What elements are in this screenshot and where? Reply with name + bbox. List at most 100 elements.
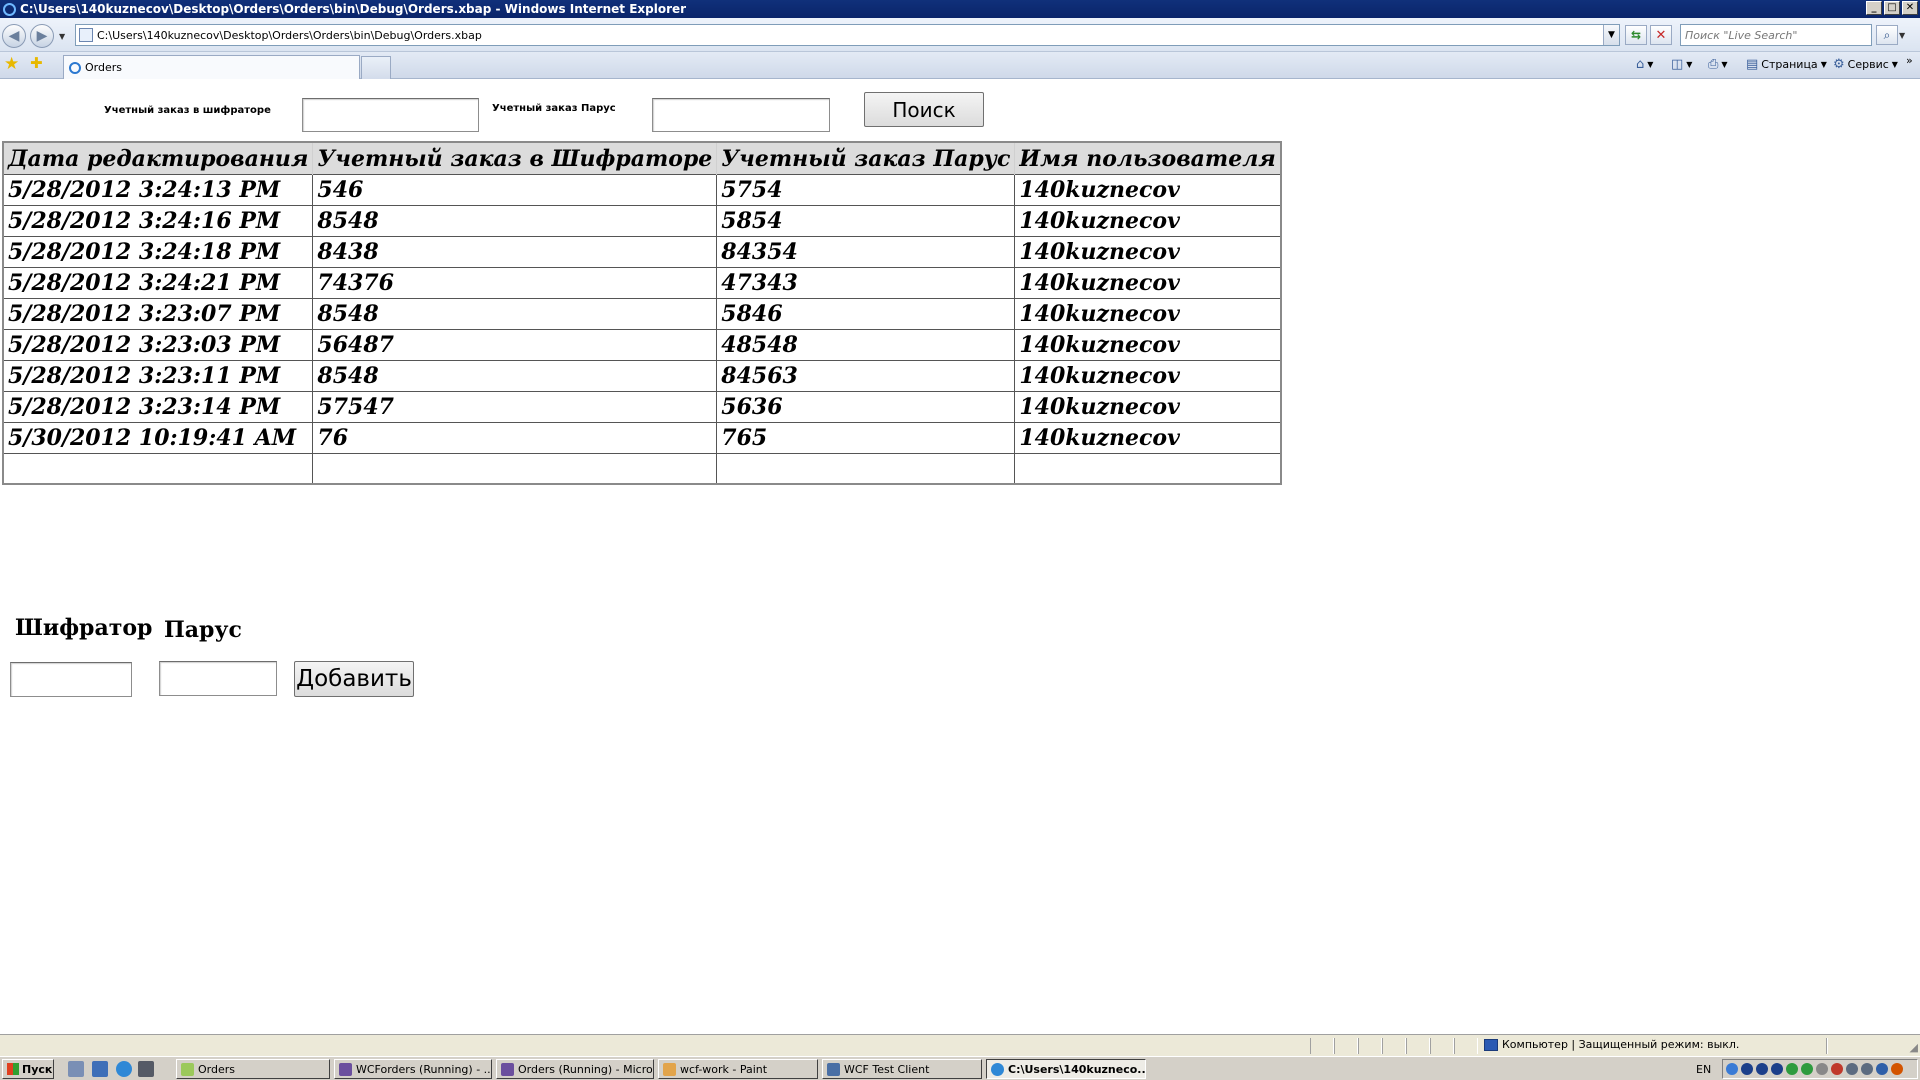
cell-edit-date[interactable]: 5/28/2012 3:24:21 PM	[2, 266, 314, 299]
tray-icon[interactable]	[1741, 1063, 1753, 1075]
cell-username[interactable]: 140kuznecov	[1014, 297, 1282, 330]
cell-edit-date[interactable]: 5/28/2012 3:23:11 PM	[2, 359, 314, 392]
security-zone[interactable]: Компьютер | Защищенный режим: выкл.	[1484, 1038, 1739, 1051]
cell-parus-order[interactable]: 84563	[716, 359, 1016, 392]
column-header-edit-date[interactable]: Дата редактирования	[2, 142, 313, 174]
search-input[interactable]: Поиск "Live Search"	[1680, 24, 1872, 46]
recent-pages-dropdown[interactable]: ▼	[59, 32, 65, 41]
cell-username[interactable]: 140kuznecov	[1014, 235, 1282, 268]
cell-username[interactable]: 140kuznecov	[1014, 328, 1282, 361]
add-shifrator-input[interactable]	[10, 662, 132, 697]
page-menu-button[interactable]: ▤ Страница ▼	[1746, 57, 1827, 72]
quicklaunch-ie-icon[interactable]	[116, 1061, 132, 1077]
table-row[interactable]: 5/28/2012 3:24:21 PM 74376 47343 140kuzn…	[2, 266, 1282, 299]
cell-username[interactable]: 140kuznecov	[1014, 204, 1282, 237]
column-header-username[interactable]: Имя пользователя	[1014, 142, 1281, 174]
tray-icon[interactable]	[1891, 1063, 1903, 1075]
taskbar-item-orders-vs[interactable]: Orders (Running) - Micro...	[496, 1059, 654, 1079]
search-button[interactable]: Поиск	[864, 92, 984, 127]
table-row[interactable]: 5/28/2012 3:24:18 PM 8438 84354 140kuzne…	[2, 235, 1282, 268]
column-header-parus-order[interactable]: Учетный заказ Парус	[716, 142, 1015, 174]
cell-shifrator-order[interactable]: 57547	[312, 390, 718, 423]
search-go-button[interactable]: ⌕	[1876, 25, 1898, 45]
cell-edit-date[interactable]	[2, 452, 314, 485]
feeds-button[interactable]: ◫ ▼	[1671, 57, 1692, 72]
print-button[interactable]: ⎙ ▼	[1708, 57, 1728, 72]
cell-shifrator-order[interactable]: 8548	[312, 359, 718, 392]
column-header-shifrator-order[interactable]: Учетный заказ в Шифраторе	[312, 142, 717, 174]
window-title-bar[interactable]: C:\Users\140kuznecov\Desktop\Orders\Orde…	[0, 0, 1920, 18]
forward-button[interactable]: ▶	[30, 24, 54, 48]
cell-username[interactable]: 140kuznecov	[1014, 266, 1282, 299]
taskbar-item-wcf-test-client[interactable]: WCF Test Client	[822, 1059, 982, 1079]
add-favorites-icon[interactable]: ✚	[30, 56, 43, 71]
table-row[interactable]: 5/28/2012 3:23:03 PM 56487 48548 140kuzn…	[2, 328, 1282, 361]
table-row[interactable]: 5/28/2012 3:24:13 PM 546 5754 140kuzneco…	[2, 173, 1282, 206]
cell-parus-order[interactable]: 5846	[716, 297, 1016, 330]
tray-icon[interactable]	[1756, 1063, 1768, 1075]
cell-shifrator-order[interactable]: 8548	[312, 297, 718, 330]
taskbar-item-wcforders[interactable]: WCForders (Running) - ...	[334, 1059, 492, 1079]
taskbar-item-orders[interactable]: Orders	[176, 1059, 330, 1079]
cell-shifrator-order[interactable]: 546	[312, 173, 718, 206]
language-indicator[interactable]: EN	[1696, 1063, 1711, 1076]
start-button[interactable]: Пуск	[2, 1059, 54, 1079]
cell-username[interactable]: 140kuznecov	[1014, 173, 1282, 206]
home-button[interactable]: ⌂ ▼	[1636, 57, 1653, 72]
cell-parus-order[interactable]: 47343	[716, 266, 1016, 299]
cell-parus-order[interactable]: 5854	[716, 204, 1016, 237]
add-button[interactable]: Добавить	[294, 661, 414, 697]
tray-icon[interactable]	[1861, 1063, 1873, 1075]
table-row[interactable]: 5/30/2012 10:19:41 AM 76 765 140kuznecov	[2, 421, 1282, 454]
tray-icon[interactable]	[1786, 1063, 1798, 1075]
tray-icon[interactable]	[1831, 1063, 1843, 1075]
cell-edit-date[interactable]: 5/28/2012 3:23:14 PM	[2, 390, 314, 423]
back-button[interactable]: ◀	[2, 24, 26, 48]
tray-icon[interactable]	[1771, 1063, 1783, 1075]
taskbar-item-ie[interactable]: C:\Users\140kuzneco...	[986, 1059, 1146, 1079]
minimize-button[interactable]: _	[1866, 1, 1882, 15]
quicklaunch-app-icon[interactable]	[138, 1061, 154, 1077]
quicklaunch-explorer-icon[interactable]	[92, 1061, 108, 1077]
cell-username[interactable]	[1014, 452, 1282, 485]
close-button[interactable]: ✕	[1902, 1, 1918, 15]
tray-icon[interactable]	[1726, 1063, 1738, 1075]
tray-icon[interactable]	[1876, 1063, 1888, 1075]
cell-shifrator-order[interactable]: 56487	[312, 328, 718, 361]
tray-icon[interactable]	[1801, 1063, 1813, 1075]
table-row[interactable]: 5/28/2012 3:23:11 PM 8548 84563 140kuzne…	[2, 359, 1282, 392]
address-dropdown[interactable]: ▼	[1603, 25, 1619, 45]
cell-username[interactable]: 140kuznecov	[1014, 421, 1282, 454]
stop-button[interactable]: ✕	[1650, 25, 1672, 45]
search-parus-input[interactable]	[652, 98, 830, 132]
cell-edit-date[interactable]: 5/28/2012 3:24:16 PM	[2, 204, 314, 237]
cell-edit-date[interactable]: 5/28/2012 3:24:13 PM	[2, 173, 314, 206]
resize-grip-icon[interactable]: ◢	[1910, 1041, 1918, 1054]
favorites-star-icon[interactable]: ★	[4, 56, 19, 73]
show-desktop-icon[interactable]	[68, 1061, 84, 1077]
taskbar-item-paint[interactable]: wcf-work - Paint	[658, 1059, 818, 1079]
orders-grid[interactable]: Дата редактирования Учетный заказ в Шифр…	[2, 141, 1282, 485]
cell-edit-date[interactable]: 5/30/2012 10:19:41 AM	[2, 421, 314, 454]
table-row-new[interactable]	[2, 452, 1282, 485]
address-bar[interactable]: C:\Users\140kuznecov\Desktop\Orders\Orde…	[75, 24, 1620, 46]
maximize-button[interactable]: □	[1884, 1, 1900, 15]
table-row[interactable]: 5/28/2012 3:23:07 PM 8548 5846 140kuznec…	[2, 297, 1282, 330]
cell-edit-date[interactable]: 5/28/2012 3:24:18 PM	[2, 235, 314, 268]
more-commands-button[interactable]: »	[1906, 54, 1913, 67]
tray-icon[interactable]	[1816, 1063, 1828, 1075]
cell-edit-date[interactable]: 5/28/2012 3:23:03 PM	[2, 328, 314, 361]
cell-shifrator-order[interactable]: 8438	[312, 235, 718, 268]
table-row[interactable]: 5/28/2012 3:23:14 PM 57547 5636 140kuzne…	[2, 390, 1282, 423]
tray-icon[interactable]	[1846, 1063, 1858, 1075]
add-parus-input[interactable]	[159, 661, 277, 696]
cell-parus-order[interactable]: 5636	[716, 390, 1016, 423]
cell-shifrator-order[interactable]: 8548	[312, 204, 718, 237]
cell-parus-order[interactable]: 765	[716, 421, 1016, 454]
tools-menu-button[interactable]: ⚙ Сервис ▼	[1833, 57, 1898, 72]
search-options-dropdown[interactable]: ▼	[1899, 31, 1905, 40]
tab-orders[interactable]: Orders	[63, 55, 360, 79]
cell-edit-date[interactable]: 5/28/2012 3:23:07 PM	[2, 297, 314, 330]
cell-parus-order[interactable]: 48548	[716, 328, 1016, 361]
search-shifrator-input[interactable]	[302, 98, 479, 132]
